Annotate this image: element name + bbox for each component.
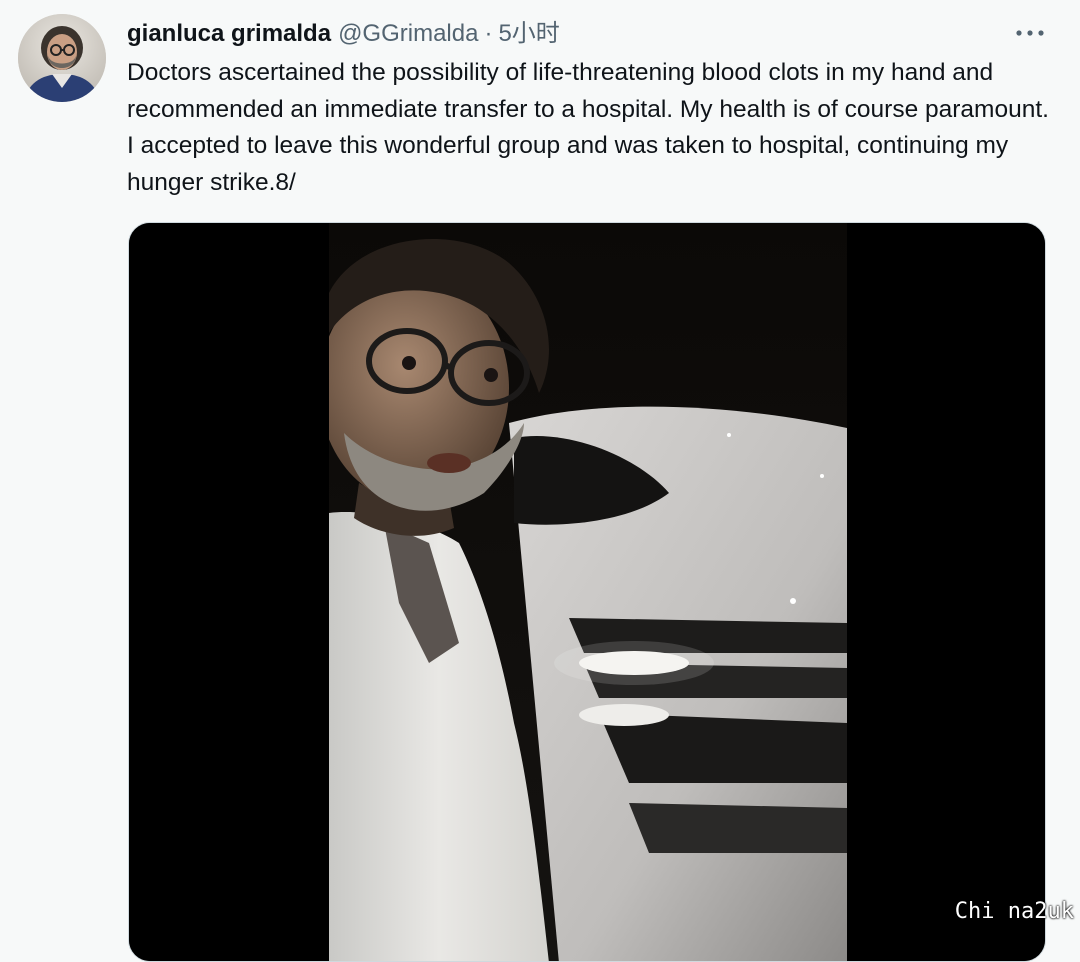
tweet-text: Doctors ascertained the possibility of l… [127,59,1049,196]
user-handle[interactable]: @GGrimalda [338,18,478,50]
more-horizontal-icon[interactable] [1008,16,1052,50]
separator-dot: · [484,20,493,47]
avatar[interactable] [18,14,106,102]
tweet-header: gianluca grimalda @GGrimalda · 5小时 [127,18,560,50]
watermark: Chi na2uk [954,899,1074,924]
tweet-timestamp[interactable]: 5小时 [498,18,559,50]
display-name[interactable]: gianluca grimalda [127,18,331,50]
tweet-video[interactable] [128,222,1046,962]
tweet: gianluca grimalda @GGrimalda · 5小时 Docto… [0,0,1080,962]
